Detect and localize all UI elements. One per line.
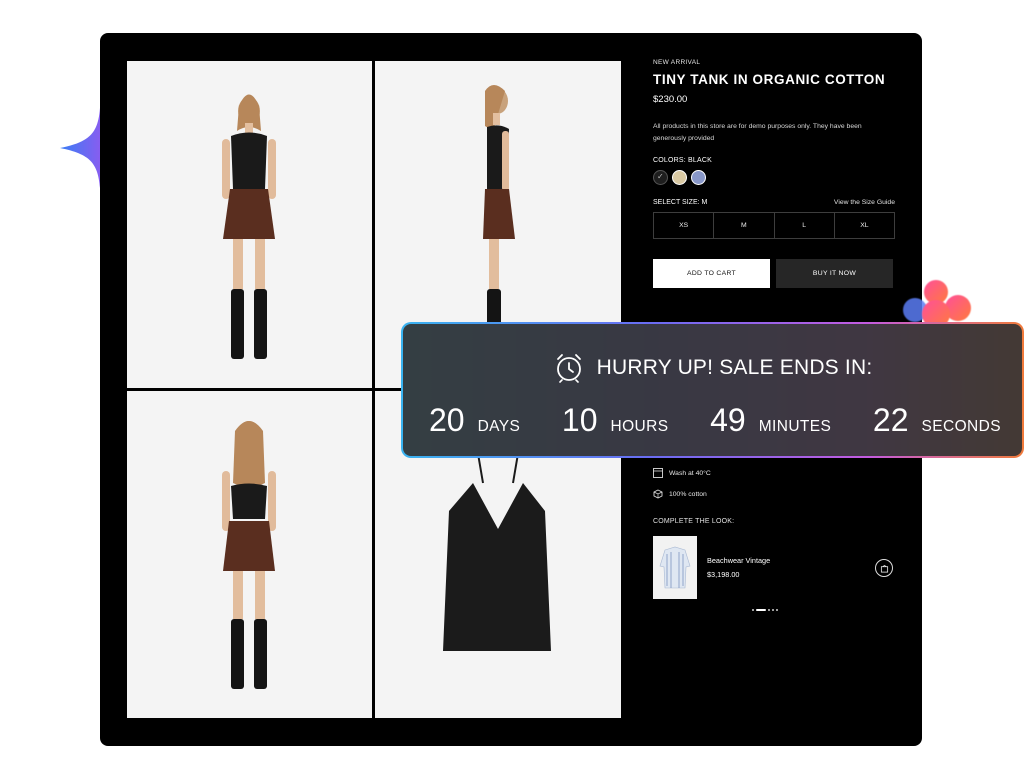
check-icon: ✓ [657,172,664,181]
size-option-xs[interactable]: XS [653,212,715,239]
countdown-panel: HURRY UP! SALE ENDS IN: 20 DAYS 10 HOURS… [403,324,1022,456]
complete-look-item[interactable]: Beachwear Vintage $3,198.00 [653,536,895,600]
countdown-days-label: DAYS [477,418,521,435]
color-swatch-black[interactable]: ✓ [653,170,668,185]
wash-icon [653,468,663,478]
countdown-header: HURRY UP! SALE ENDS IN: [403,352,1022,384]
countdown-days: 20 DAYS [429,402,520,439]
countdown-hours: 10 HOURS [562,402,669,439]
countdown-hours-label: HOURS [610,418,669,435]
size-option-l[interactable]: L [773,212,835,239]
look-item-price: $3,198.00 [707,570,740,579]
size-option-xl[interactable]: XL [833,212,895,239]
countdown-hours-value: 10 [561,402,598,438]
countdown-seconds-label: SECONDS [921,418,1001,435]
look-item-thumbnail[interactable] [653,536,697,599]
new-arrival-label: NEW ARRIVAL [653,59,701,66]
product-title: TINY TANK IN ORGANIC COTTON [653,72,886,87]
look-add-to-cart-button[interactable] [875,559,893,577]
countdown-values: 20 DAYS 10 HOURS 49 MINUTES 22 SECONDS [429,402,1001,439]
feature-wash: Wash at 40°C [653,468,895,478]
countdown-days-value: 20 [429,402,465,438]
product-price: $230.00 [653,94,688,105]
feature-fabric-text: 100% cotton [669,490,707,498]
carousel-dot[interactable] [776,609,778,611]
carousel-dot[interactable] [752,609,754,611]
feature-wash-text: Wash at 40°C [669,469,711,477]
add-to-cart-button[interactable]: ADD TO CART [653,259,770,288]
color-swatch-blue[interactable] [691,170,706,185]
gallery-image-back[interactable] [127,391,372,718]
shopping-bag-icon [880,564,888,573]
countdown-title: HURRY UP! SALE ENDS IN: [596,356,873,379]
countdown-seconds: 22 SECONDS [873,402,1001,439]
purchase-actions: ADD TO CART BUY IT NOW [653,259,895,288]
carousel-dot[interactable] [772,609,774,611]
countdown-minutes-value: 49 [710,402,746,438]
carousel-dots [752,609,778,611]
sale-countdown-banner: HURRY UP! SALE ENDS IN: 20 DAYS 10 HOURS… [401,322,1024,458]
size-header: SELECT SIZE: M View the Size Guide [653,199,895,206]
carousel-dot-active[interactable] [756,609,766,611]
buy-now-button[interactable]: BUY IT NOW [776,259,893,288]
size-options: XS M L XL [653,212,895,239]
complete-look-title: COMPLETE THE LOOK: [653,518,735,525]
feature-fabric: 100% cotton [653,489,895,499]
color-swatch-beige[interactable] [672,170,687,185]
size-label: SELECT SIZE: M [653,199,708,206]
product-features: Wash at 40°C 100% cotton [653,468,895,510]
alarm-clock-icon [556,354,581,383]
countdown-minutes: 49 MINUTES [710,402,831,439]
color-label: COLORS: BLACK [653,157,713,164]
product-details: NEW ARRIVAL TINY TANK IN ORGANIC COTTON … [653,59,895,288]
color-swatches: ✓ [653,170,895,185]
countdown-minutes-label: MINUTES [758,418,832,435]
gallery-image-front[interactable] [127,61,372,388]
countdown-seconds-value: 22 [872,402,909,438]
size-option-m[interactable]: M [713,212,775,239]
look-item-name[interactable]: Beachwear Vintage [707,556,770,565]
fabric-icon [653,489,663,499]
demo-notice: All products in this store are for demo … [653,123,862,142]
carousel-dot[interactable] [768,609,770,611]
size-guide-link[interactable]: View the Size Guide [834,199,895,206]
